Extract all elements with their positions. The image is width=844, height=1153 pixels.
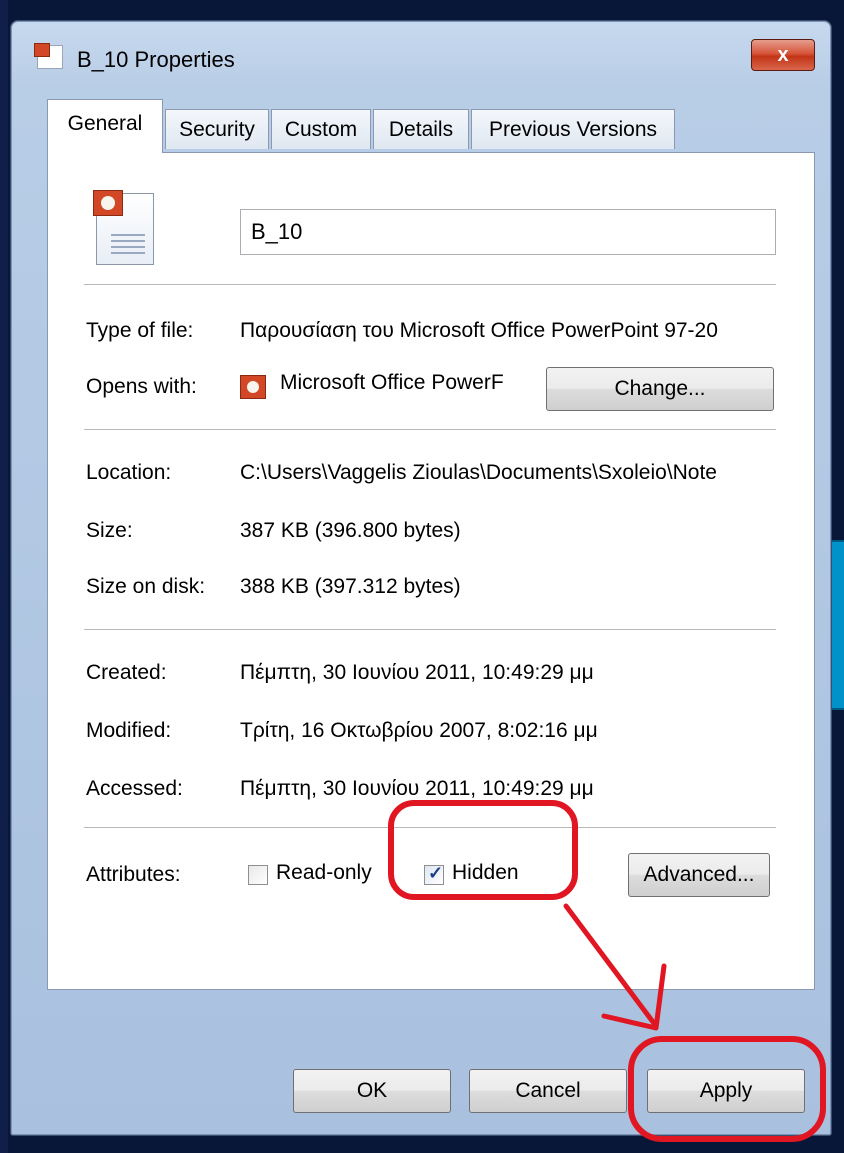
annotation-arrow [563, 903, 667, 1031]
tab-general[interactable]: General [47, 99, 163, 153]
